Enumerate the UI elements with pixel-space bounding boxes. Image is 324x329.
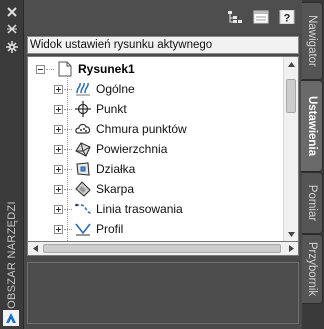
tab-label: Pomiar	[306, 184, 318, 222]
expand-toggle[interactable]	[54, 84, 63, 94]
scroll-right-arrow-icon[interactable]	[284, 242, 298, 255]
horizontal-scrollbar[interactable]	[27, 242, 299, 256]
tree-item-general[interactable]: Ogólne	[54, 79, 135, 99]
tree-item-label: Profil	[96, 222, 124, 236]
point-cloud-icon	[75, 121, 91, 137]
view-select-value: Widok ustawień rysunku aktywnego	[30, 39, 213, 51]
vertical-scrollbar[interactable]	[283, 57, 298, 241]
tab-settings[interactable]: Ustawienia	[301, 80, 323, 172]
tree-item-alignment[interactable]: Linia trasowania	[54, 199, 183, 219]
tree-root-label: Rysunek1	[78, 62, 135, 76]
drawing-icon	[57, 61, 73, 77]
settings-tree: Rysunek1 Ogólne Punkt Chmura punktów Pow…	[27, 56, 299, 242]
svg-text:?: ?	[284, 13, 291, 25]
auto-hide-icon[interactable]	[4, 22, 20, 36]
tree-item-label: Ogólne	[96, 82, 135, 96]
toolbar: ?	[24, 0, 302, 34]
tree-item-grading[interactable]: Skarpa	[54, 179, 134, 199]
point-icon	[75, 101, 91, 117]
expand-toggle[interactable]	[54, 124, 63, 134]
help-icon[interactable]: ?	[279, 9, 295, 25]
scroll-up-arrow-icon[interactable]	[284, 57, 298, 71]
close-icon[interactable]	[4, 5, 20, 19]
tree-item-surface[interactable]: Powierzchnia	[54, 139, 167, 159]
vertical-scroll-thumb[interactable]	[286, 79, 296, 113]
parcel-icon	[75, 161, 91, 177]
expand-toggle[interactable]	[54, 144, 63, 154]
tree-item-label: Działka	[96, 162, 136, 176]
tree-item-label: Linia trasowania	[96, 202, 183, 216]
tab-label: Ustawienia	[305, 95, 318, 157]
palette-title: OBSZAR NARZĘDZI	[6, 201, 18, 309]
expand-toggle[interactable]	[54, 104, 63, 114]
grading-icon	[75, 181, 91, 197]
palette-title-bar: OBSZAR NARZĘDZI	[0, 0, 24, 329]
tab-label: Przybornik	[306, 241, 318, 297]
tab-navigator[interactable]: Nawigator	[302, 2, 323, 80]
tree-item-point[interactable]: Punkt	[54, 99, 127, 119]
properties-icon[interactable]	[4, 40, 20, 54]
tree-item-label: Chmura punktów	[96, 122, 187, 136]
tree-item-label: Skarpa	[96, 182, 135, 196]
expand-toggle[interactable]	[54, 184, 63, 194]
tree-item-point-cloud[interactable]: Chmura punktów	[54, 119, 187, 139]
tree-item-profile[interactable]: Profil	[54, 219, 123, 239]
tree-view-icon[interactable]	[227, 10, 243, 24]
surface-icon	[75, 141, 91, 157]
collapse-toggle[interactable]	[36, 64, 45, 74]
toolspace-panel: ? Widok ustawień rysunku aktywnego Rysun…	[24, 0, 302, 329]
tab-toolbox[interactable]: Przybornik	[302, 234, 323, 304]
tab-label: Nawigator	[306, 15, 318, 67]
profile-icon	[75, 221, 91, 237]
expand-toggle[interactable]	[54, 204, 63, 214]
tree-root[interactable]: Rysunek1	[36, 59, 135, 79]
view-select-dropdown[interactable]: Widok ustawień rysunku aktywnego	[27, 36, 299, 54]
civil-logo-icon	[3, 310, 19, 326]
expand-toggle[interactable]	[54, 224, 63, 234]
alignment-icon	[75, 201, 91, 217]
tree-item-parcel[interactable]: Działka	[54, 159, 135, 179]
expand-toggle[interactable]	[54, 164, 63, 174]
item-view-panel	[27, 262, 299, 324]
general-icon	[75, 81, 91, 97]
scroll-left-arrow-icon[interactable]	[28, 242, 42, 255]
tree-item-label: Powierzchnia	[96, 142, 168, 156]
tab-strip: Nawigator Ustawienia Pomiar Przybornik	[301, 0, 324, 329]
scroll-down-arrow-icon[interactable]	[284, 227, 298, 241]
horizontal-scroll-thumb[interactable]	[43, 244, 281, 253]
item-view-icon[interactable]	[253, 10, 269, 24]
tree-content: Rysunek1 Ogólne Punkt Chmura punktów Pow…	[28, 57, 284, 241]
tree-item-label: Punkt	[96, 102, 127, 116]
tab-survey[interactable]: Pomiar	[302, 172, 323, 234]
